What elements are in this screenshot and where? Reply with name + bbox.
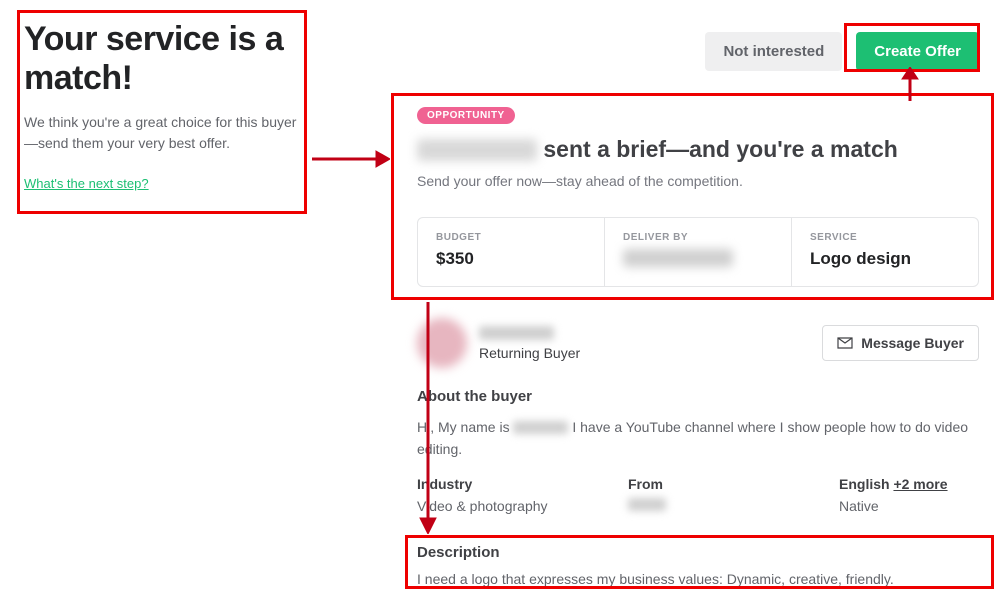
about-name-redacted (513, 421, 568, 434)
industry-label: Industry (417, 476, 628, 492)
more-languages-link[interactable]: +2 more (893, 476, 947, 492)
brief-subline: Send your offer now—stay ahead of the co… (417, 173, 979, 189)
not-interested-button[interactable]: Not interested (705, 32, 842, 71)
industry-value: Video & photography (417, 498, 628, 514)
message-buyer-label: Message Buyer (861, 335, 964, 351)
budget-value: $350 (436, 249, 586, 269)
opportunity-card: OPPORTUNITY sent a brief—and you're a ma… (417, 105, 979, 287)
stat-budget: BUDGET $350 (418, 218, 604, 286)
match-panel: Your service is a match! We think you're… (24, 20, 299, 193)
detail-industry: Industry Video & photography (417, 476, 628, 514)
next-step-link[interactable]: What's the next step? (24, 176, 149, 191)
language-value: Native (839, 498, 979, 514)
stat-deliver: DELIVER BY (604, 218, 791, 286)
annotation-arrow-up (896, 67, 924, 101)
opportunity-pill: OPPORTUNITY (417, 107, 515, 124)
from-value (628, 498, 839, 514)
detail-language: English +2 more Native (839, 476, 979, 514)
description-text: I need a logo that expresses my business… (417, 571, 979, 587)
create-offer-button[interactable]: Create Offer (856, 32, 979, 71)
deliver-label: DELIVER BY (623, 232, 773, 243)
budget-label: BUDGET (436, 232, 586, 243)
language-label: English +2 more (839, 476, 979, 492)
service-label: SERVICE (810, 232, 960, 243)
buyer-name-redacted (417, 139, 537, 161)
deliver-value (623, 249, 773, 272)
avatar (417, 318, 467, 368)
annotation-arrow-right (310, 145, 390, 173)
header-actions: Not interested Create Offer (705, 32, 979, 71)
brief-headline-text: sent a brief—and you're a match (537, 136, 898, 162)
detail-from: From (628, 476, 839, 514)
brief-headline: sent a brief—and you're a match (417, 136, 979, 163)
deliver-value-redacted (623, 249, 733, 267)
about-text: Hi, My name is I have a YouTube channel … (417, 417, 979, 460)
buyer-meta: Returning Buyer (479, 326, 822, 361)
from-value-redacted (628, 498, 666, 511)
envelope-icon (837, 337, 853, 349)
match-title: Your service is a match! (24, 20, 299, 98)
service-value: Logo design (810, 249, 960, 269)
description-section: Description I need a logo that expresses… (417, 544, 979, 587)
about-buyer: About the buyer Hi, My name is I have a … (417, 388, 979, 460)
match-subtitle: We think you're a great choice for this … (24, 112, 299, 154)
about-prefix: Hi, My name is (417, 419, 513, 435)
buyer-row: Returning Buyer Message Buyer (417, 318, 979, 368)
message-buyer-button[interactable]: Message Buyer (822, 325, 979, 361)
returning-buyer-badge: Returning Buyer (479, 345, 822, 361)
about-heading: About the buyer (417, 388, 979, 405)
brief-stats: BUDGET $350 DELIVER BY SERVICE Logo desi… (417, 217, 979, 287)
stat-service: SERVICE Logo design (791, 218, 978, 286)
buyer-name-redacted (479, 326, 554, 340)
from-label: From (628, 476, 839, 492)
description-heading: Description (417, 544, 979, 561)
buyer-details: Industry Video & photography From Englis… (417, 476, 979, 514)
